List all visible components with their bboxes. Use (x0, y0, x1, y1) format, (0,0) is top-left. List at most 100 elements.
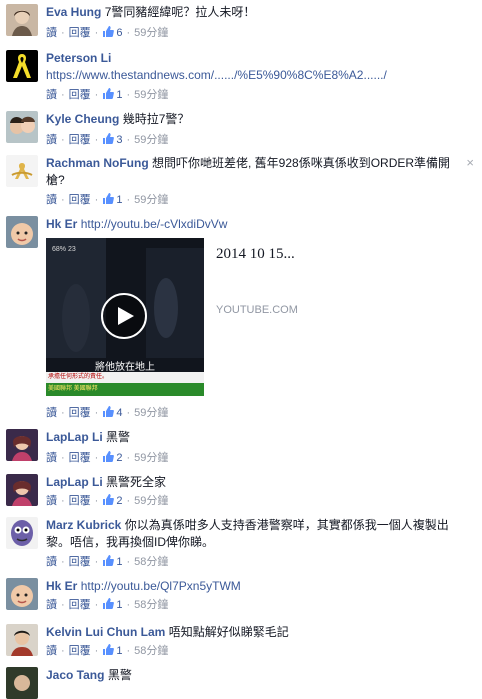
commenter-name[interactable]: LapLap Li (46, 430, 103, 444)
commenter-name[interactable]: Marz Kubrick (46, 518, 121, 532)
timestamp[interactable]: 59分鐘 (134, 452, 168, 464)
avatar[interactable] (6, 155, 38, 187)
commenter-name[interactable]: Hk Er (46, 579, 77, 593)
comment-actions: 讀 · 回覆 · 6 · 59分鐘 (46, 26, 169, 39)
comment-text: 唔知點解好似睇緊毛記 (168, 625, 289, 639)
avatar[interactable] (6, 4, 38, 36)
avatar[interactable] (6, 474, 38, 506)
comment-link[interactable]: http://youtu.be/Ql7Pxn5yTWM (81, 579, 241, 593)
comment-actions: 讀 · 回覆 · 2 · 59分鐘 (46, 451, 169, 464)
read-link[interactable]: 讀 (46, 645, 57, 657)
timestamp[interactable]: 59分鐘 (134, 407, 168, 419)
video-thumbnail[interactable]: 68% 23 將他放在地上 承擔任何形式的責任。 美國聯邦 美國聯邦 (46, 238, 204, 396)
like-count[interactable]: 2 (116, 495, 122, 507)
play-button[interactable] (101, 293, 147, 339)
avatar[interactable] (6, 216, 38, 248)
like-count[interactable]: 1 (116, 645, 122, 657)
reply-link[interactable]: 回覆 (69, 27, 91, 39)
commenter-name[interactable]: Kelvin Lui Chun Lam (46, 625, 165, 639)
comment-body: Marz Kubrick 你以為真係咁多人支持香港警察咩，其實都係我一個人複製出… (46, 517, 464, 551)
thumbs-up-icon (103, 598, 115, 609)
close-icon[interactable]: × (466, 155, 474, 170)
play-icon (118, 307, 134, 325)
commenter-name[interactable]: Jaco Tang (46, 668, 104, 682)
comment-body: Rachman NoFung 想問吓你哋班差佬, 舊年928係咪真係收到ORDE… (46, 155, 464, 189)
read-link[interactable]: 讀 (46, 599, 57, 611)
comment-actions: 讀 · 回覆 · 1 · 59分鐘 (46, 88, 169, 101)
reply-link[interactable]: 回覆 (69, 134, 91, 146)
avatar[interactable] (6, 429, 38, 461)
read-link[interactable]: 讀 (46, 556, 57, 568)
timestamp[interactable]: 58分鐘 (134, 645, 168, 657)
timestamp[interactable]: 59分鐘 (134, 194, 168, 206)
commenter-name[interactable]: Eva Hung (46, 5, 101, 19)
comment-body: Kyle Cheung 幾時拉7警？ (46, 111, 464, 128)
commenter-name[interactable]: Hk Er (46, 217, 77, 231)
like-count[interactable]: 1 (116, 599, 122, 611)
video-source: YOUTUBE.COM (216, 304, 298, 316)
like-count[interactable]: 2 (116, 452, 122, 464)
comment-text: 幾時拉7警？ (122, 112, 190, 126)
avatar[interactable] (6, 111, 38, 143)
reply-link[interactable]: 回覆 (69, 645, 91, 657)
thumbnail-header-text: 68% 23 (52, 246, 76, 253)
read-link[interactable]: 讀 (46, 194, 57, 206)
like-count[interactable]: 3 (116, 134, 122, 146)
reply-link[interactable]: 回覆 (69, 407, 91, 419)
comment-actions: 讀 · 回覆 · 3 · 59分鐘 (46, 133, 169, 146)
read-link[interactable]: 讀 (46, 495, 57, 507)
like-count[interactable]: 6 (116, 27, 122, 39)
like-count[interactable]: 1 (116, 194, 122, 206)
like-count[interactable]: 1 (116, 89, 122, 101)
like-count[interactable]: 1 (116, 556, 122, 568)
timestamp[interactable]: 59分鐘 (134, 27, 168, 39)
comment-link[interactable]: https://www.thestandnews.com/....../%E5%… (46, 68, 387, 82)
avatar[interactable] (6, 624, 38, 656)
read-link[interactable]: 讀 (46, 134, 57, 146)
comment-body: LapLap Li 黑警死全家 (46, 474, 464, 491)
commenter-name[interactable]: LapLap Li (46, 475, 103, 489)
reply-link[interactable]: 回覆 (69, 495, 91, 507)
comment-text: 黑警 (106, 430, 131, 444)
thumbs-up-icon (103, 26, 115, 37)
read-link[interactable]: 讀 (46, 407, 57, 419)
thumbs-up-icon (103, 555, 115, 566)
reply-link[interactable]: 回覆 (69, 89, 91, 101)
commenter-name[interactable]: Kyle Cheung (46, 112, 119, 126)
reply-link[interactable]: 回覆 (69, 599, 91, 611)
commenter-name[interactable]: Rachman NoFung (46, 156, 149, 170)
comment-body: Hk Er http://youtu.be/-cVlxdiDvVw (46, 216, 464, 233)
reply-link[interactable]: 回覆 (69, 452, 91, 464)
avatar[interactable] (6, 50, 38, 82)
video-caption: 將他放在地上 (95, 362, 155, 373)
avatar[interactable] (6, 667, 38, 699)
read-link[interactable]: 讀 (46, 89, 57, 101)
timestamp[interactable]: 58分鐘 (134, 556, 168, 568)
comment-body: LapLap Li 黑警 (46, 429, 464, 446)
comment-body: Eva Hung 7警同豬經緯呢？拉人未呀！ (46, 4, 464, 21)
comment-actions: 讀 · 回覆 · 1 · 58分鐘 (46, 598, 169, 611)
timestamp[interactable]: 59分鐘 (134, 89, 168, 101)
avatar[interactable] (6, 578, 38, 610)
avatar[interactable] (6, 517, 38, 549)
thumbs-up-icon (103, 133, 115, 144)
reply-link[interactable]: 回覆 (69, 556, 91, 568)
like-count[interactable]: 4 (116, 407, 122, 419)
thumbnail-ticker-green: 美國聯邦 美國聯邦 (46, 383, 204, 396)
comment-link[interactable]: http://youtu.be/-cVlxdiDvVw (81, 217, 228, 231)
commenter-name[interactable]: Peterson Li (46, 51, 111, 65)
timestamp[interactable]: 59分鐘 (134, 495, 168, 507)
comment-body: Jaco Tang 黑警 (46, 667, 464, 684)
read-link[interactable]: 讀 (46, 452, 57, 464)
video-title[interactable]: 2014 10 15... (216, 246, 295, 263)
reply-link[interactable]: 回覆 (69, 194, 91, 206)
comment-body: Peterson Li https://www.thestandnews.com… (46, 50, 464, 84)
read-link[interactable]: 讀 (46, 27, 57, 39)
comment-text: 黑警 (107, 668, 132, 682)
timestamp[interactable]: 59分鐘 (134, 134, 168, 146)
thumbs-up-icon (103, 193, 115, 204)
video-preview-card[interactable]: 68% 23 將他放在地上 承擔任何形式的責任。 美國聯邦 美國聯邦 2014 … (46, 238, 444, 398)
thumbs-up-icon (103, 494, 115, 505)
timestamp[interactable]: 58分鐘 (134, 599, 168, 611)
comment-actions: 讀 · 回覆 · 1 · 58分鐘 (46, 644, 169, 657)
